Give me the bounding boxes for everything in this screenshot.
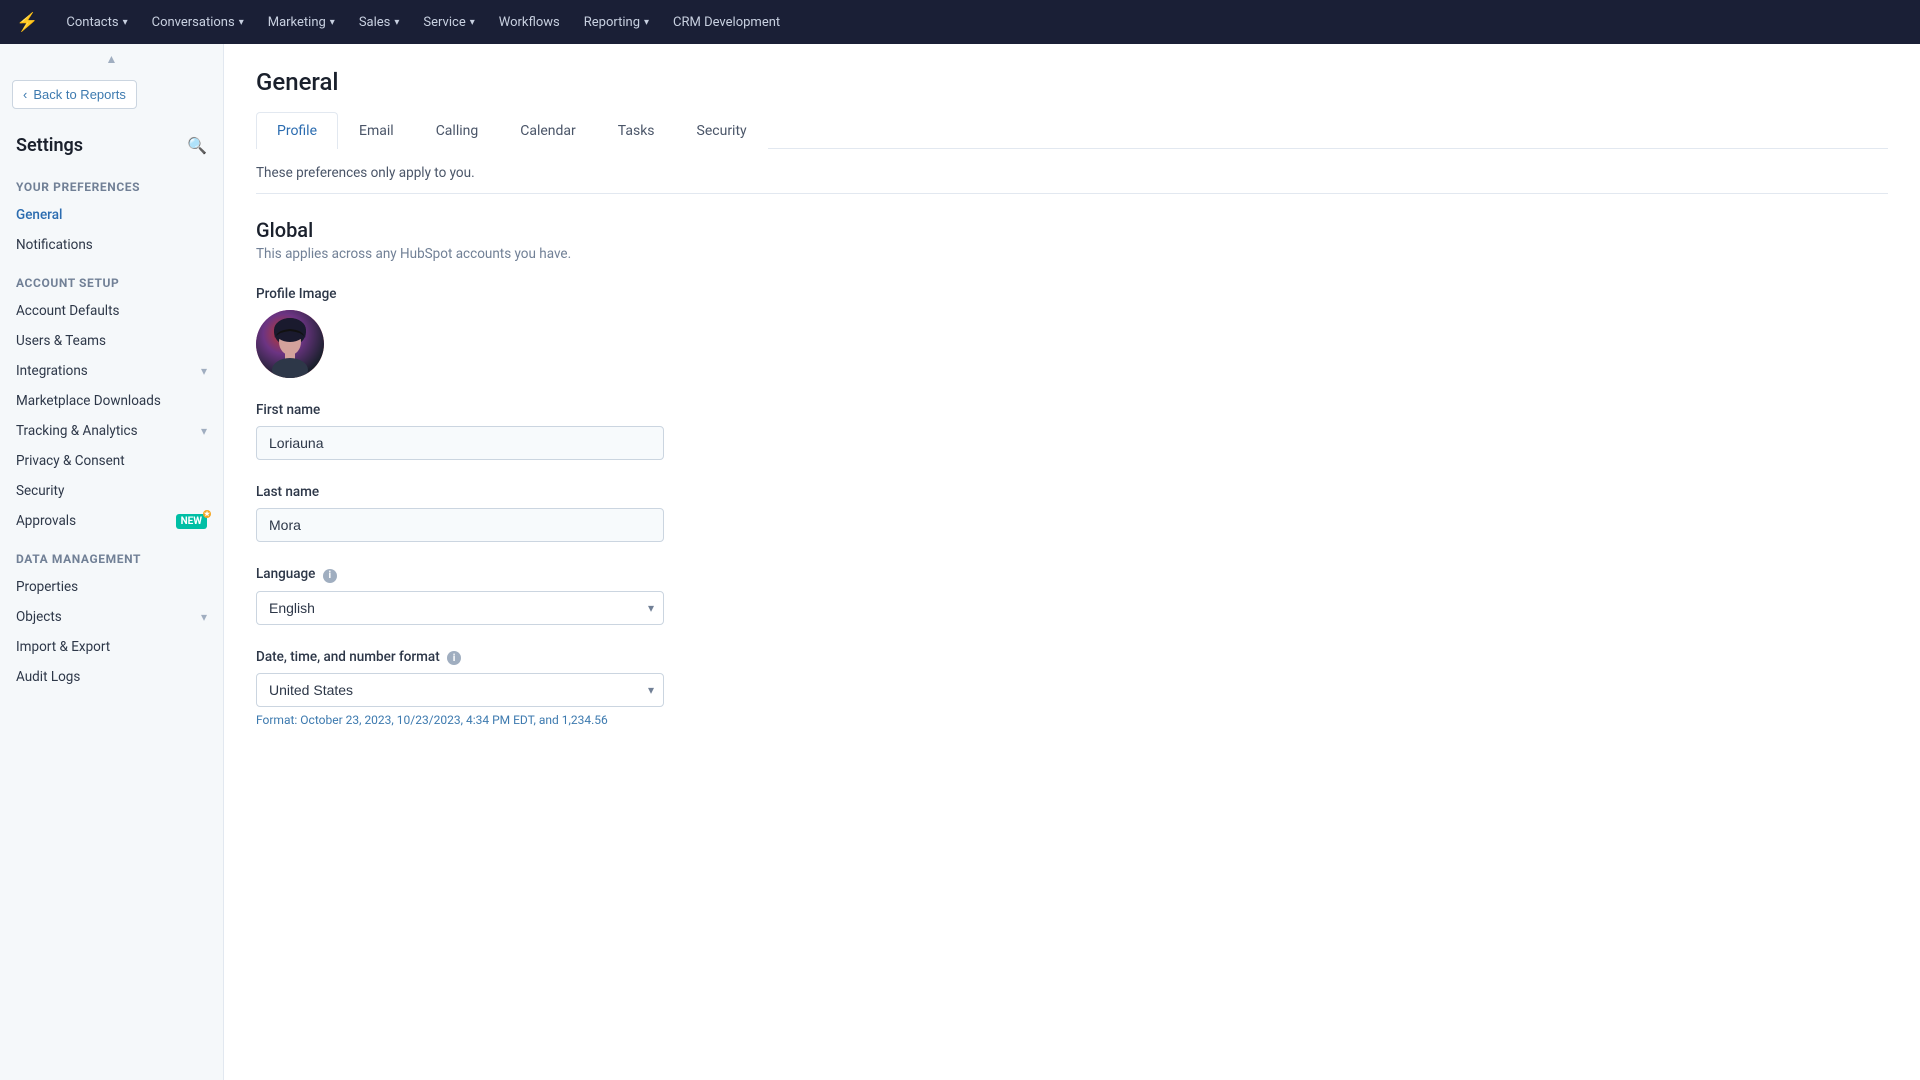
chevron-down-icon: ▾ xyxy=(201,424,207,438)
format-hint-text: Format: October 23, 2023, 10/23/2023, 4:… xyxy=(256,713,1888,727)
nav-crm-development[interactable]: CRM Development xyxy=(673,15,780,30)
sidebar-search-button[interactable]: 🔍 xyxy=(187,136,207,156)
sidebar-item-properties[interactable]: Properties xyxy=(0,572,223,602)
profile-image[interactable] xyxy=(256,310,324,378)
chevron-down-icon: ▾ xyxy=(644,17,649,28)
last-name-label: Last name xyxy=(256,484,1888,500)
tab-description: These preferences only apply to you. xyxy=(256,149,1888,193)
sidebar-item-import-export[interactable]: Import & Export xyxy=(0,632,223,662)
nav-contacts[interactable]: Contacts ▾ xyxy=(66,15,127,30)
new-badge: NEW ★ xyxy=(176,514,207,529)
chevron-down-icon: ▾ xyxy=(123,17,128,28)
tab-profile[interactable]: Profile xyxy=(256,112,338,149)
language-hint-icon[interactable]: i xyxy=(323,569,337,583)
chevron-down-icon: ▾ xyxy=(201,610,207,624)
language-select[interactable]: English Spanish French German Portuguese xyxy=(256,591,664,625)
tab-security[interactable]: Security xyxy=(676,112,768,149)
tab-bar: Profile Email Calling Calendar Tasks Sec… xyxy=(256,112,1888,149)
sidebar-item-notifications[interactable]: Notifications xyxy=(0,230,223,260)
arrow-left-icon: ‹ xyxy=(23,87,27,102)
profile-avatar-svg xyxy=(256,310,324,378)
date-format-field: Date, time, and number format i United S… xyxy=(256,649,1888,728)
scroll-up-indicator: ▲ xyxy=(106,52,118,66)
hubspot-logo-icon: ⚡ xyxy=(16,12,38,33)
first-name-label: First name xyxy=(256,402,1888,418)
tab-email[interactable]: Email xyxy=(338,112,415,149)
sidebar-section-your-preferences: Your Preferences xyxy=(0,164,223,200)
language-field: Language i English Spanish French German… xyxy=(256,566,1888,625)
last-name-input[interactable] xyxy=(256,508,664,542)
first-name-input[interactable] xyxy=(256,426,664,460)
nav-marketing[interactable]: Marketing ▾ xyxy=(268,15,335,30)
main-content: General Profile Email Calling Calendar T… xyxy=(224,44,1920,1080)
sidebar-item-security[interactable]: Security xyxy=(0,476,223,506)
sidebar: ▲ ‹ Back to Reports Settings 🔍 Your Pref… xyxy=(0,44,224,1080)
language-select-wrapper: English Spanish French German Portuguese… xyxy=(256,591,664,625)
sidebar-section-account-setup: Account Setup xyxy=(0,260,223,296)
sidebar-item-tracking-analytics[interactable]: Tracking & Analytics ▾ xyxy=(0,416,223,446)
sidebar-item-users-teams[interactable]: Users & Teams xyxy=(0,326,223,356)
chevron-down-icon: ▾ xyxy=(201,364,207,378)
nav-sales[interactable]: Sales ▾ xyxy=(359,15,400,30)
sidebar-item-audit-logs[interactable]: Audit Logs xyxy=(0,662,223,692)
profile-image-field: Profile Image xyxy=(256,286,1888,378)
global-section-title: Global xyxy=(256,218,1888,242)
global-section-description: This applies across any HubSpot accounts… xyxy=(256,246,1888,262)
chevron-down-icon: ▾ xyxy=(394,17,399,28)
date-format-select-wrapper: United States United Kingdom Canada Aust… xyxy=(256,673,664,707)
tab-calling[interactable]: Calling xyxy=(415,112,500,149)
star-icon: ★ xyxy=(203,510,211,518)
nav-reporting[interactable]: Reporting ▾ xyxy=(584,15,649,30)
sidebar-item-marketplace-downloads[interactable]: Marketplace Downloads xyxy=(0,386,223,416)
sidebar-item-integrations[interactable]: Integrations ▾ xyxy=(0,356,223,386)
sidebar-item-account-defaults[interactable]: Account Defaults xyxy=(0,296,223,326)
sidebar-item-privacy-consent[interactable]: Privacy & Consent xyxy=(0,446,223,476)
sidebar-header: Settings 🔍 xyxy=(0,119,223,164)
nav-workflows[interactable]: Workflows xyxy=(499,15,560,30)
chevron-down-icon: ▾ xyxy=(330,17,335,28)
chevron-down-icon: ▾ xyxy=(470,17,475,28)
tab-calendar[interactable]: Calendar xyxy=(499,112,597,149)
tab-divider xyxy=(256,193,1888,194)
last-name-field: Last name xyxy=(256,484,1888,542)
date-format-hint-icon[interactable]: i xyxy=(447,651,461,665)
first-name-field: First name xyxy=(256,402,1888,460)
nav-conversations[interactable]: Conversations ▾ xyxy=(152,15,244,30)
sidebar-item-objects[interactable]: Objects ▾ xyxy=(0,602,223,632)
language-label: Language i xyxy=(256,566,1888,583)
sidebar-item-general[interactable]: General xyxy=(0,200,223,230)
sidebar-title: Settings xyxy=(16,135,83,156)
profile-image-label: Profile Image xyxy=(256,286,1888,302)
date-format-select[interactable]: United States United Kingdom Canada Aust… xyxy=(256,673,664,707)
chevron-down-icon: ▾ xyxy=(239,17,244,28)
top-navigation: ⚡ Contacts ▾ Conversations ▾ Marketing ▾… xyxy=(0,0,1920,44)
sidebar-section-data-management: Data Management xyxy=(0,536,223,572)
back-to-reports-button[interactable]: ‹ Back to Reports xyxy=(12,80,137,109)
nav-service[interactable]: Service ▾ xyxy=(423,15,474,30)
sidebar-item-approvals[interactable]: Approvals NEW ★ xyxy=(0,506,223,536)
date-format-label: Date, time, and number format i xyxy=(256,649,1888,666)
tab-tasks[interactable]: Tasks xyxy=(597,112,676,149)
page-title: General xyxy=(256,44,1888,112)
